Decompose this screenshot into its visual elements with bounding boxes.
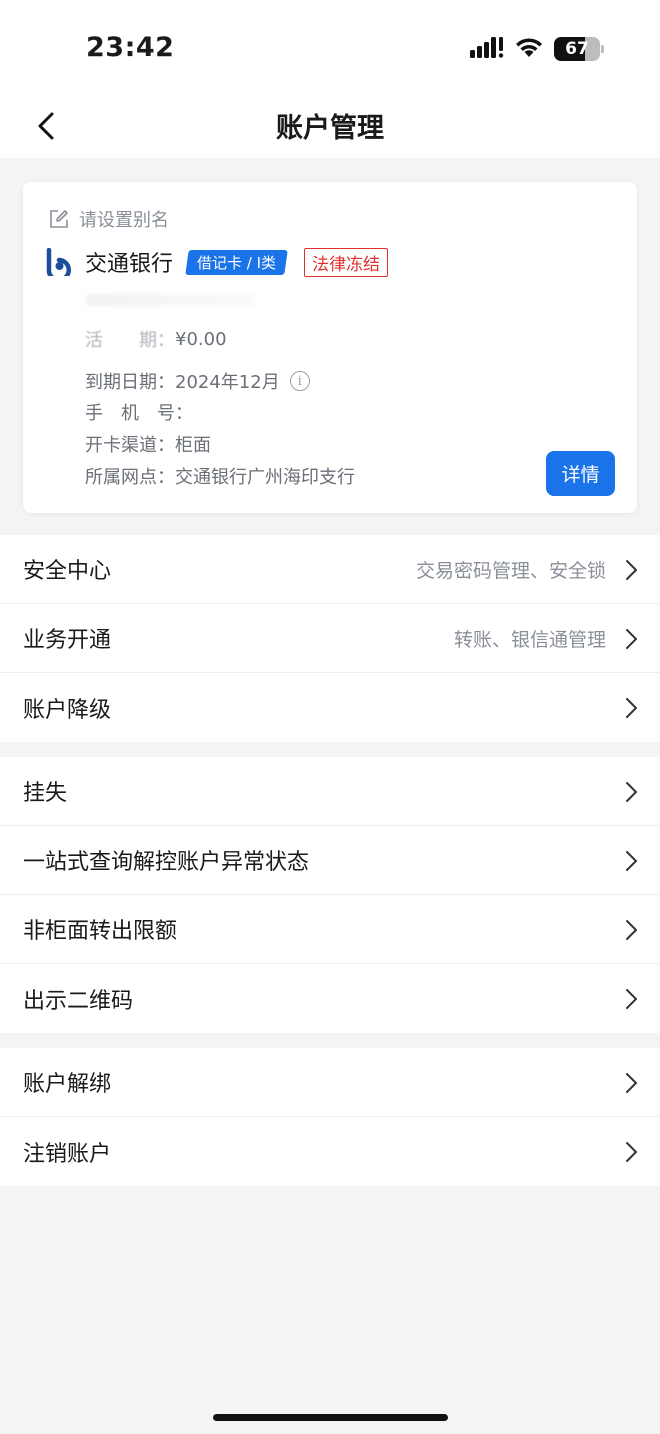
detail-button[interactable]: 详情 — [546, 451, 615, 496]
info-icon[interactable]: i — [289, 371, 310, 391]
chevron-right-icon — [626, 698, 637, 718]
masked-card-number — [85, 294, 255, 306]
wifi-icon — [514, 36, 544, 62]
status-time: 23:42 — [86, 32, 175, 63]
set-alias-button[interactable]: 请设置别名 — [49, 206, 169, 232]
menu-item-label: 非柜面转出限额 — [23, 919, 178, 944]
chevron-right-icon — [626, 920, 637, 940]
chevron-right-icon — [626, 851, 637, 871]
bank-name: 交通银行 — [85, 252, 174, 277]
chevron-right-icon — [626, 1073, 637, 1093]
menu-group-operations: 挂失 一站式查询解控账户异常状态 非柜面转出限额 出示二维码 — [0, 757, 660, 1033]
account-card: 请设置别名 交通银行 借记卡 / I类 法律冻结 活 期： ¥0.00 到期日期… — [23, 182, 637, 513]
alias-placeholder: 请设置别名 — [79, 210, 169, 231]
chevron-right-icon — [626, 782, 637, 802]
branch-row: 所属网点： 交通银行广州海印支行 — [85, 463, 355, 489]
freeze-status-badge: 法律冻结 — [304, 247, 389, 277]
balance-row: 活 期： ¥0.00 — [85, 326, 227, 352]
menu-item-label: 账户解绑 — [23, 1072, 112, 1097]
edit-icon — [50, 210, 68, 228]
phone-label: 手 机 号： — [85, 403, 193, 424]
branch-label: 所属网点： — [85, 467, 175, 488]
menu-item-subtitle: 交易密码管理、安全锁 — [415, 559, 606, 582]
nav-bar: 账户管理 — [0, 96, 660, 158]
menu-item-service-activation[interactable]: 业务开通 转账、银信通管理 — [0, 604, 660, 673]
chevron-right-icon — [626, 1142, 637, 1162]
branch-value: 交通银行广州海印支行 — [175, 467, 355, 488]
balance-label: 活 期： — [85, 330, 175, 351]
menu-item-label: 安全中心 — [23, 559, 112, 584]
menu-group-security: 安全中心 交易密码管理、安全锁 业务开通 转账、银信通管理 账户降级 — [0, 535, 660, 742]
menu-item-report-loss[interactable]: 挂失 — [0, 757, 660, 826]
phone-row: 手 机 号： — [85, 399, 193, 425]
status-icons: 67 — [470, 36, 604, 62]
menu-item-subtitle: 转账、银信通管理 — [453, 628, 606, 651]
menu-item-label: 业务开通 — [23, 628, 112, 653]
menu-item-abnormal-status-query[interactable]: 一站式查询解控账户异常状态 — [0, 826, 660, 895]
menu-item-unbind-account[interactable]: 账户解绑 — [0, 1048, 660, 1117]
menu-item-label: 挂失 — [23, 781, 68, 806]
expiry-label: 到期日期： — [85, 372, 175, 393]
battery-icon: 67 — [554, 37, 604, 61]
menu-item-security-center[interactable]: 安全中心 交易密码管理、安全锁 — [0, 535, 660, 604]
menu-item-account-downgrade[interactable]: 账户降级 — [0, 673, 660, 742]
channel-value: 柜面 — [175, 435, 211, 456]
menu-item-show-qr-code[interactable]: 出示二维码 — [0, 964, 660, 1033]
menu-item-close-account[interactable]: 注销账户 — [0, 1117, 660, 1186]
menu-group-account: 账户解绑 注销账户 — [0, 1048, 660, 1186]
menu-item-transfer-limit[interactable]: 非柜面转出限额 — [0, 895, 660, 964]
chevron-right-icon — [626, 629, 637, 649]
home-indicator[interactable] — [213, 1414, 448, 1421]
chevron-right-icon — [626, 989, 637, 1009]
channel-row: 开卡渠道： 柜面 — [85, 431, 211, 457]
bank-row: 交通银行 借记卡 / I类 法律冻结 — [45, 246, 389, 278]
menu-item-label: 一站式查询解控账户异常状态 — [23, 850, 310, 875]
menu-item-label: 注销账户 — [23, 1141, 112, 1167]
balance-value: ¥0.00 — [175, 328, 227, 350]
bank-logo-icon — [46, 248, 72, 276]
expiry-value: 2024年12月 — [175, 372, 280, 393]
menu-item-label: 账户降级 — [23, 697, 112, 723]
signal-icon — [470, 36, 504, 62]
card-type-text: 借记卡 / I类 — [197, 253, 277, 272]
status-bar: 23:42 67 — [0, 0, 660, 96]
menu-item-label: 出示二维码 — [23, 988, 134, 1014]
chevron-right-icon — [626, 560, 637, 580]
channel-label: 开卡渠道： — [85, 435, 175, 456]
expiry-row: 到期日期： 2024年12月 i — [85, 368, 310, 394]
page-title: 账户管理 — [276, 113, 384, 144]
card-type-badge: 借记卡 / I类 — [185, 249, 288, 275]
